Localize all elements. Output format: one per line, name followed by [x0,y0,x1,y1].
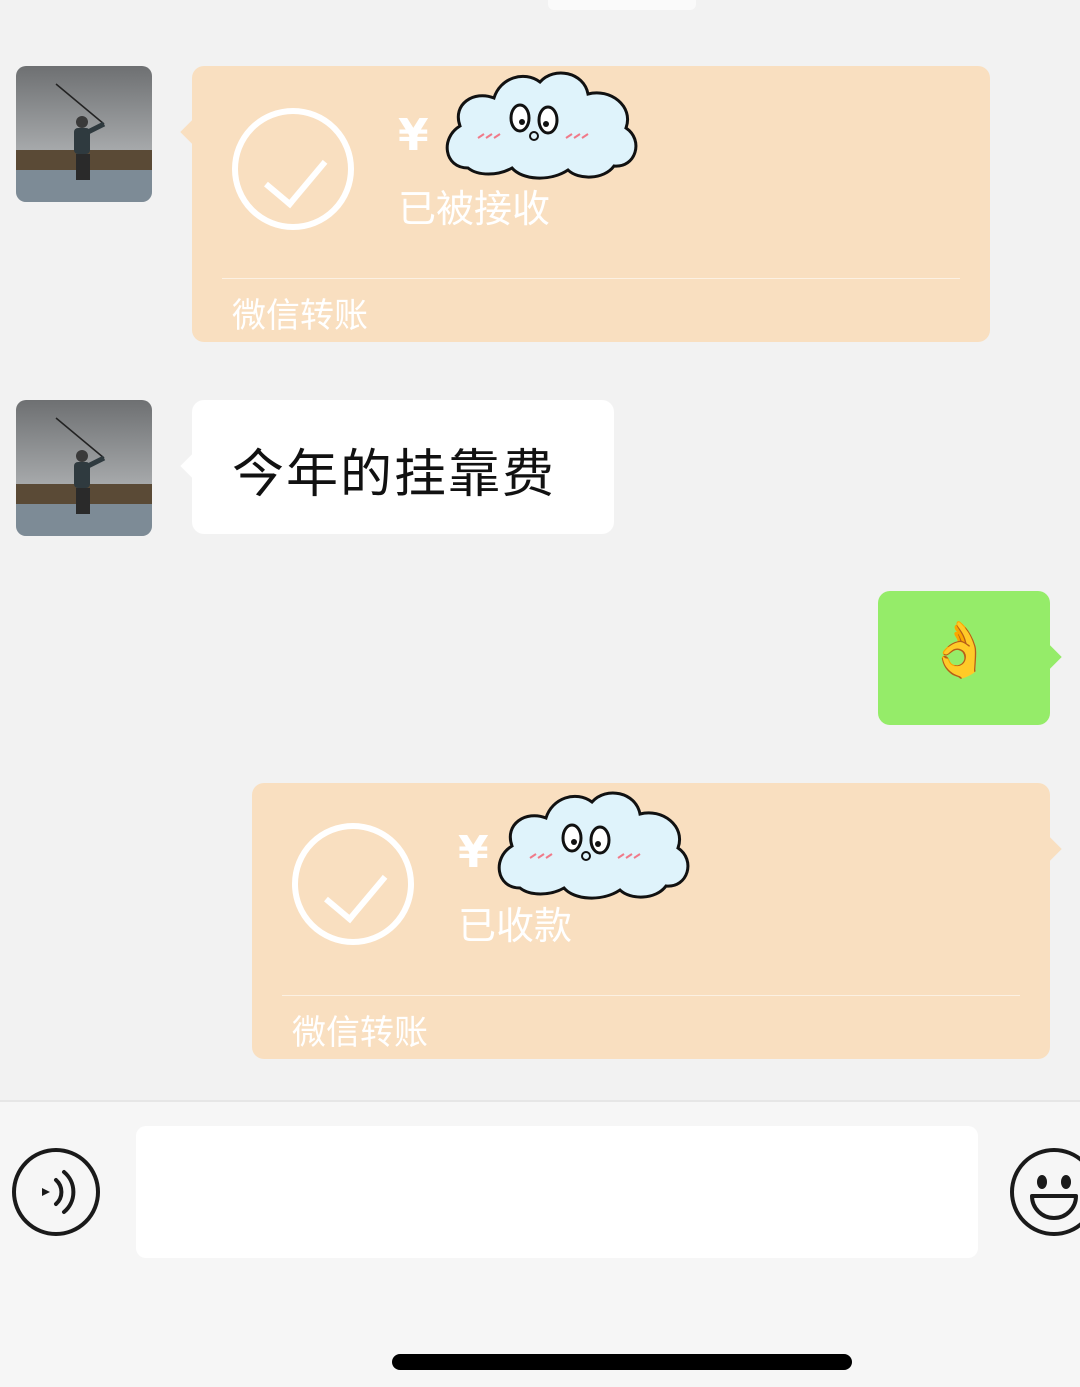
incoming-text-bubble[interactable]: 今年的挂靠费 [192,400,614,534]
check-circle-icon [292,823,414,945]
transfer-footer: 微信转账 [232,296,368,336]
transfer-amount: ¥ [458,827,489,878]
top-tab-remnant [548,0,696,10]
contact-avatar[interactable] [16,400,152,536]
fisherman-avatar-image [16,400,152,536]
transfer-divider [282,995,1020,996]
cloud-face-sticker [445,71,638,180]
transfer-footer: 微信转账 [292,1013,428,1053]
check-circle-icon [232,108,354,230]
emoji-button[interactable] [1010,1148,1080,1236]
transfer-status: 已被接收 [398,187,551,231]
transfer-status: 已收款 [458,904,573,948]
ok-hand-emoji: 👌 [926,618,994,681]
message-input[interactable] [136,1126,978,1258]
outgoing-emoji-bubble[interactable]: 👌 [878,591,1050,725]
smiley-icon [1030,1175,1078,1220]
contact-avatar[interactable] [16,66,152,202]
transfer-amount: ¥ [398,110,429,161]
fisherman-avatar-image [16,66,152,202]
voice-icon [42,1170,76,1214]
transfer-divider [222,278,960,279]
message-text: 今年的挂靠费 [232,445,557,505]
home-indicator [392,1354,852,1370]
voice-button[interactable] [12,1148,100,1236]
cloud-face-sticker [497,791,690,900]
